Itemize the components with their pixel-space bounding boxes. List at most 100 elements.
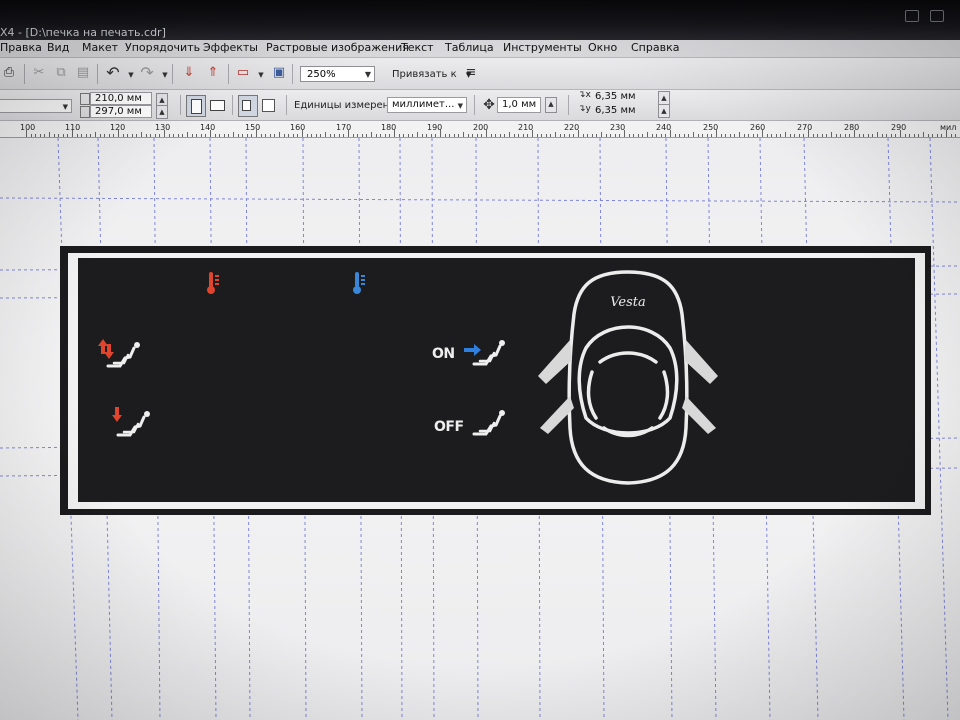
ruler-tick [417, 132, 418, 137]
ruler-tick [868, 134, 869, 137]
ruler-tick [422, 134, 423, 137]
copy-icon[interactable]: ⧉ [52, 64, 70, 82]
snap-to-label: Привязать к [392, 69, 457, 80]
ruler-tick [863, 134, 864, 137]
menu-arrange[interactable]: Упорядочить [125, 41, 200, 54]
ruler-tick [771, 134, 772, 137]
thermometer-cold-icon[interactable] [351, 270, 367, 296]
ruler-tick [159, 134, 160, 137]
ruler-tick [325, 132, 326, 137]
maximize-icon[interactable] [930, 10, 944, 22]
duplicate-x-field[interactable]: 6,35 мм [591, 91, 655, 104]
climate-panel[interactable] [78, 258, 915, 502]
menu-layout[interactable]: Макет [82, 41, 118, 54]
nudge-distance-field[interactable]: 1,0 мм [497, 97, 541, 113]
undo-icon[interactable]: ↶ [104, 64, 122, 82]
menu-text[interactable]: Текст [401, 41, 434, 54]
thermometer-hot-icon[interactable] [205, 270, 221, 296]
units-value: миллимет... [392, 99, 455, 110]
zoom-select[interactable]: 250% ▼ [300, 66, 375, 82]
publish-dropdown-icon[interactable]: ▼ [252, 66, 270, 84]
page-height-field[interactable]: 297,0 мм [90, 105, 152, 118]
car-top-view-icon[interactable]: Vesta [530, 268, 726, 490]
paste-icon[interactable]: ▤ [74, 64, 92, 82]
ruler-tick [937, 134, 938, 137]
units-select[interactable]: миллимет... ▼ [387, 97, 467, 113]
ruler-tick [573, 134, 574, 137]
seat-airflow-down-icon[interactable] [108, 405, 156, 441]
page-width-icon [80, 93, 90, 105]
ruler-tick [569, 134, 570, 137]
ruler-tick [113, 134, 114, 137]
ruler-tick [320, 134, 321, 137]
import-icon[interactable]: ⇓ [180, 64, 198, 82]
ruler-tick [767, 134, 768, 137]
menu-help[interactable]: Справка [631, 41, 679, 54]
ruler-tick [31, 134, 32, 137]
portrait-orientation-button[interactable] [186, 95, 206, 117]
page-width-field[interactable]: 210,0 мм [90, 92, 152, 105]
ruler-tick [486, 130, 487, 137]
ruler-tick [67, 134, 68, 137]
ruler-tick [859, 134, 860, 137]
current-page-button[interactable] [262, 99, 275, 112]
ruler-tick [224, 134, 225, 137]
ruler-tick [564, 134, 565, 137]
ruler-tick [26, 130, 27, 137]
ruler-tick [169, 134, 170, 137]
ruler-tick [587, 134, 588, 137]
cut-icon[interactable]: ✂ [30, 64, 48, 82]
ruler-tick [624, 130, 625, 137]
seat-recirculation-on-icon[interactable] [462, 338, 506, 368]
menu-window[interactable]: Окно [588, 41, 617, 54]
ruler-tick [242, 134, 243, 137]
ruler-tick [711, 134, 712, 137]
ruler-tick [491, 134, 492, 137]
duplicate-y-spinner[interactable]: ▲ [658, 104, 670, 118]
ruler-tick [596, 134, 597, 137]
nudge-spinner[interactable]: ▲ [545, 97, 557, 113]
ruler-tick [822, 134, 823, 137]
ruler-tick [403, 134, 404, 137]
menu-table[interactable]: Таблица [445, 41, 494, 54]
landscape-orientation-button[interactable] [210, 100, 225, 111]
seat-recirculation-off-icon[interactable] [466, 408, 506, 438]
print-icon[interactable]: ⎙ [0, 64, 18, 82]
ruler-tick [776, 134, 777, 137]
ruler-tick [785, 132, 786, 137]
height-spinner[interactable]: ▲ [156, 105, 168, 119]
ruler-tick [435, 134, 436, 137]
redo-icon[interactable]: ↷ [138, 64, 156, 82]
car-badge: Vesta [610, 295, 646, 310]
duplicate-y-field[interactable]: 6,35 мм [591, 105, 655, 118]
publish-pdf-icon[interactable]: ▭ [234, 64, 252, 82]
ruler-tick [265, 134, 266, 137]
export-icon[interactable]: ⇑ [204, 64, 222, 82]
menu-tools[interactable]: Инструменты [503, 41, 582, 54]
ruler-tick [468, 134, 469, 137]
ruler-tick [762, 130, 763, 137]
horizontal-ruler[interactable]: 100 110 120 130 140 150 160 170 180 190 … [0, 121, 960, 138]
ruler-tick [380, 134, 381, 137]
ruler-tick [790, 134, 791, 137]
ruler-tick [739, 132, 740, 137]
ruler-tick [914, 134, 915, 137]
menu-view[interactable]: Вид [47, 41, 69, 54]
menu-edit[interactable]: Правка [0, 41, 42, 54]
ruler-tick [440, 130, 441, 137]
ruler-tick [173, 134, 174, 137]
ruler-tick [95, 132, 96, 137]
app-launcher-icon[interactable]: ▣ [270, 64, 288, 82]
minimize-icon[interactable] [905, 10, 919, 22]
ruler-tick [693, 132, 694, 137]
on-label: ON [432, 346, 455, 362]
duplicate-x-spinner[interactable]: ▲ [658, 91, 670, 105]
menu-bitmaps[interactable]: Растровые изображения [266, 41, 409, 54]
seat-airflow-up-down-icon[interactable] [94, 336, 142, 372]
paper-type-select[interactable]: ▼ [0, 99, 72, 113]
ruler-label: 230 [610, 123, 626, 132]
all-pages-button[interactable] [238, 95, 258, 117]
ruler-tick [849, 134, 850, 137]
menu-effects[interactable]: Эффекты [203, 41, 258, 54]
snap-to-button[interactable]: Привязать к ▼ [392, 69, 471, 80]
